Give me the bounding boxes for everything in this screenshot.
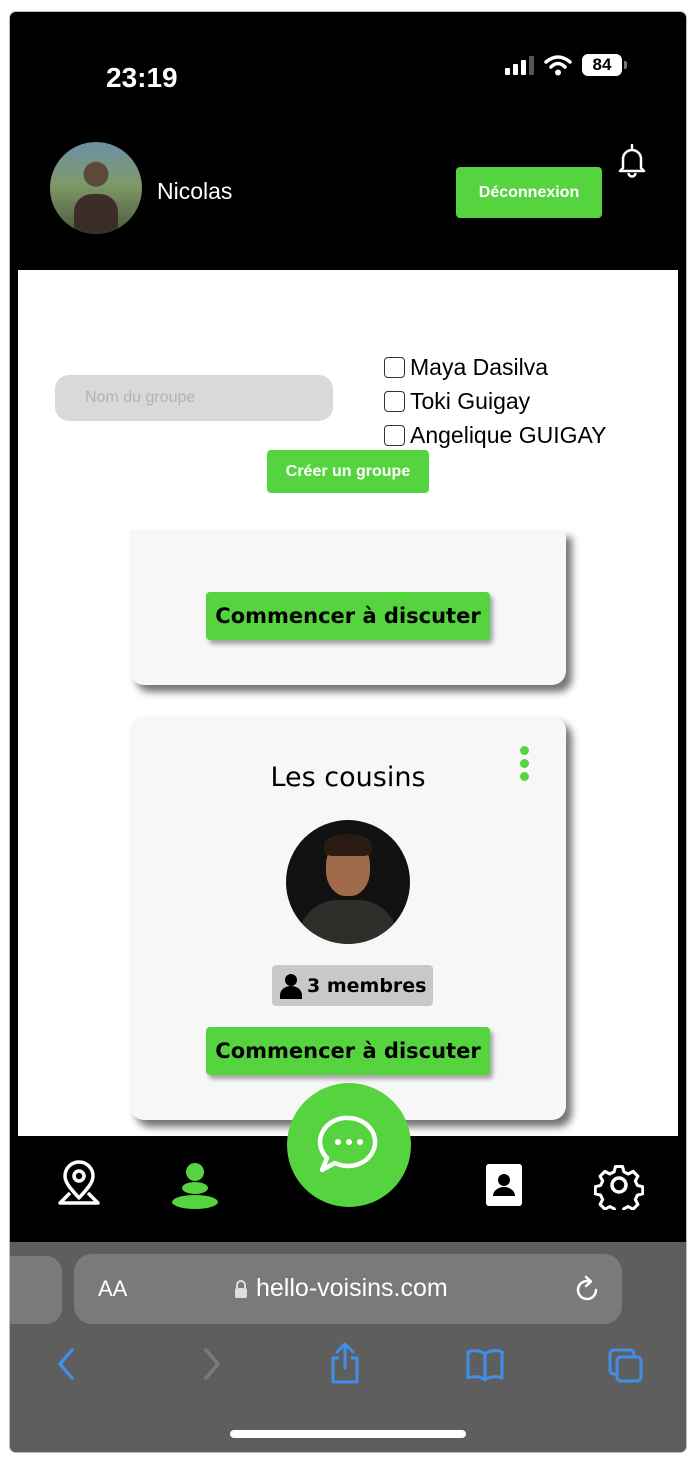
members-count-badge: 3 membres bbox=[272, 965, 434, 1006]
chat-bubble-icon bbox=[317, 1115, 378, 1173]
tabs-icon[interactable] bbox=[606, 1342, 646, 1386]
group-card: Commencer à discuter bbox=[130, 530, 566, 685]
address-bar[interactable]: AA hello-voisins.com bbox=[74, 1254, 622, 1324]
browser-bar: AA hello-voisins.com bbox=[10, 1242, 686, 1452]
chat-bubble-button[interactable] bbox=[287, 1083, 411, 1207]
group-name-input[interactable] bbox=[55, 375, 333, 421]
contact-card-icon[interactable] bbox=[480, 1160, 530, 1210]
reload-icon[interactable] bbox=[574, 1274, 602, 1304]
notification-bell-icon[interactable] bbox=[616, 142, 648, 178]
member-name: Toki Guigay bbox=[410, 387, 531, 414]
battery-indicator: 84 bbox=[582, 54, 627, 76]
member-option[interactable]: Toki Guigay bbox=[384, 384, 606, 418]
map-pin-icon[interactable] bbox=[54, 1160, 104, 1210]
member-checkbox[interactable] bbox=[384, 424, 405, 446]
group-card: Les cousins 3 membres Commencer à discut… bbox=[130, 716, 566, 1120]
member-checkbox[interactable] bbox=[384, 356, 405, 378]
previous-tab-preview[interactable] bbox=[10, 1256, 62, 1324]
lock-icon bbox=[235, 1279, 247, 1298]
create-group-button[interactable]: Créer un groupe bbox=[267, 450, 429, 493]
members-checklist: Maya Dasilva Toki Guigay Angelique GUIGA… bbox=[384, 350, 606, 452]
person-icon bbox=[280, 973, 302, 999]
main-content: Maya Dasilva Toki Guigay Angelique GUIGA… bbox=[18, 270, 678, 1136]
member-option[interactable]: Angelique GUIGAY bbox=[384, 418, 606, 452]
url-text: hello-voisins.com bbox=[256, 1274, 448, 1302]
browser-toolbar bbox=[10, 1342, 686, 1392]
bookmarks-icon[interactable] bbox=[465, 1342, 505, 1386]
groups-icon[interactable] bbox=[170, 1160, 220, 1210]
share-icon[interactable] bbox=[325, 1342, 365, 1386]
back-icon[interactable] bbox=[48, 1342, 88, 1386]
member-checkbox[interactable] bbox=[384, 390, 405, 412]
group-avatar bbox=[286, 820, 410, 944]
text-size-button[interactable]: AA bbox=[98, 1276, 127, 1302]
forward-icon[interactable] bbox=[190, 1342, 230, 1386]
start-chat-button[interactable]: Commencer à discuter bbox=[206, 1027, 490, 1075]
status-time: 23:19 bbox=[106, 62, 178, 93]
phone-screen: 23:19 84 Nicolas Déconnexion Maya Dasilv… bbox=[10, 12, 686, 1452]
signal-icon bbox=[505, 55, 534, 75]
user-name: Nicolas bbox=[157, 178, 233, 204]
member-name: Maya Dasilva bbox=[410, 353, 549, 380]
member-option[interactable]: Maya Dasilva bbox=[384, 350, 606, 384]
logout-button[interactable]: Déconnexion bbox=[456, 167, 602, 218]
members-count: 3 membres bbox=[307, 974, 427, 997]
home-indicator bbox=[230, 1430, 466, 1438]
member-name: Angelique GUIGAY bbox=[410, 421, 607, 448]
start-chat-button[interactable]: Commencer à discuter bbox=[206, 592, 490, 640]
more-options-icon[interactable] bbox=[520, 746, 530, 786]
settings-gear-icon[interactable] bbox=[594, 1160, 644, 1210]
status-icons: 84 bbox=[505, 54, 627, 76]
url-display[interactable]: hello-voisins.com bbox=[234, 1274, 448, 1303]
group-title: Les cousins bbox=[270, 762, 426, 793]
user-avatar[interactable] bbox=[50, 142, 142, 234]
wifi-icon bbox=[544, 55, 572, 76]
